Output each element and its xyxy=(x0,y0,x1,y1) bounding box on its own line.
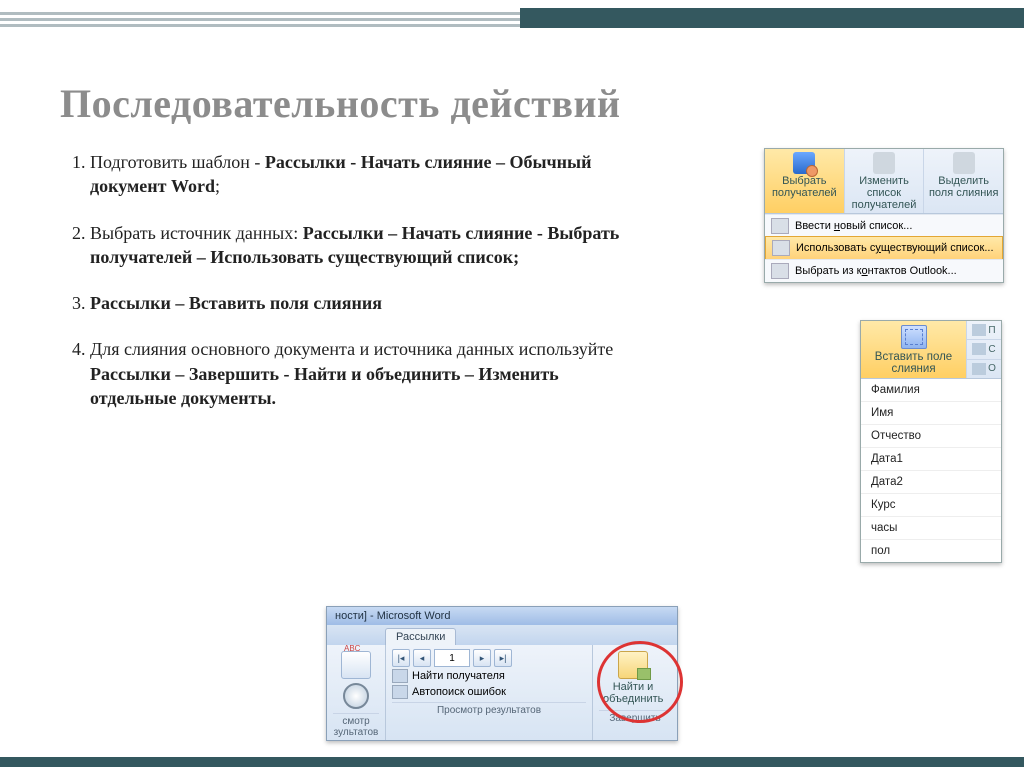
preview-results-group: |◂ ◂ ▸ ▸| Найти получателя Автопоиск оши… xyxy=(386,645,593,740)
insert-merge-field-button[interactable]: Вставить поле слияния xyxy=(861,321,967,378)
field-item[interactable]: Дата2 xyxy=(861,470,1001,493)
step-3: Рассылки – Вставить поля слияния xyxy=(90,291,622,315)
merge-field-icon xyxy=(901,325,927,349)
rules-icon xyxy=(972,324,986,336)
finish-caption: Завершить xyxy=(599,710,671,724)
slide-top-decoration xyxy=(0,0,1024,38)
first-record-button[interactable]: |◂ xyxy=(392,649,410,667)
edit-recipient-list-button[interactable]: Изменить список получателей xyxy=(845,149,925,213)
preview-icon xyxy=(341,651,371,679)
rules-button[interactable]: П xyxy=(967,321,1001,340)
insert-merge-field-panel: Вставить поле слияния П С О Фамилия Имя … xyxy=(860,320,1002,563)
auto-check-errors-button[interactable]: Автопоиск ошибок xyxy=(392,685,586,699)
record-number-input[interactable] xyxy=(434,649,470,667)
outlook-icon xyxy=(771,263,789,279)
preview-caption: смотр зультатов xyxy=(333,713,379,738)
select-recipients-button[interactable]: Выбрать получателей xyxy=(765,149,845,213)
step-1: Подготовить шаблон - Рассылки - Начать с… xyxy=(90,150,622,199)
body-text: Подготовить шаблон - Рассылки - Начать с… xyxy=(62,150,622,432)
menu-outlook-contacts[interactable]: Выбрать из контактов Outlook... xyxy=(765,259,1003,282)
find-icon xyxy=(392,669,408,683)
slide-title: Последовательность действий xyxy=(60,80,621,127)
slide-bottom-decoration xyxy=(0,757,1024,767)
record-navigator: |◂ ◂ ▸ ▸| xyxy=(392,649,586,667)
finish-and-merge-button[interactable]: Найти и объединить xyxy=(599,649,667,707)
preview-results-button[interactable]: смотр зультатов xyxy=(327,645,386,740)
step-4: Для слияния основного документа и источн… xyxy=(90,337,622,410)
people-icon xyxy=(793,152,815,174)
field-item[interactable]: Курс xyxy=(861,493,1001,516)
window-title: ности] - Microsoft Word xyxy=(327,607,677,625)
update-icon xyxy=(972,363,986,375)
field-item[interactable]: Отчество xyxy=(861,424,1001,447)
highlight-merge-fields-button[interactable]: Выделить поля слияния xyxy=(924,149,1003,213)
group-caption: Просмотр результатов xyxy=(392,702,586,716)
tab-mailings[interactable]: Рассылки xyxy=(385,628,456,645)
merge-fields-list: Фамилия Имя Отчество Дата1 Дата2 Курс ча… xyxy=(861,379,1001,562)
word-ribbon-snippet: ности] - Microsoft Word Рассылки смотр з… xyxy=(326,606,678,741)
finish-merge-icon xyxy=(618,651,648,679)
list-icon xyxy=(873,152,895,174)
find-recipient-button[interactable]: Найти получателя xyxy=(392,669,586,683)
field-item[interactable]: часы xyxy=(861,516,1001,539)
match-fields-button[interactable]: С xyxy=(967,340,1001,359)
recipients-ribbon-panel: Выбрать получателей Изменить список полу… xyxy=(764,148,1004,283)
menu-use-existing-list[interactable]: Использовать существующий список... xyxy=(765,236,1003,260)
last-record-button[interactable]: ▸| xyxy=(494,649,512,667)
new-list-icon xyxy=(771,218,789,234)
magnifier-icon xyxy=(343,683,369,709)
existing-list-icon xyxy=(772,240,790,256)
menu-type-new-list[interactable]: Ввести новый список... xyxy=(765,214,1003,237)
step-2: Выбрать источник данных: Рассылки – Нача… xyxy=(90,221,622,270)
update-labels-button[interactable]: О xyxy=(967,360,1001,378)
check-icon xyxy=(392,685,408,699)
field-item[interactable]: Дата1 xyxy=(861,447,1001,470)
highlight-icon xyxy=(953,152,975,174)
match-icon xyxy=(972,343,986,355)
field-item[interactable]: Фамилия xyxy=(861,379,1001,401)
field-item[interactable]: пол xyxy=(861,539,1001,562)
prev-record-button[interactable]: ◂ xyxy=(413,649,431,667)
next-record-button[interactable]: ▸ xyxy=(473,649,491,667)
finish-group: Найти и объединить Завершить xyxy=(593,645,677,740)
field-item[interactable]: Имя xyxy=(861,401,1001,424)
ribbon-tabs: Рассылки xyxy=(327,625,677,645)
